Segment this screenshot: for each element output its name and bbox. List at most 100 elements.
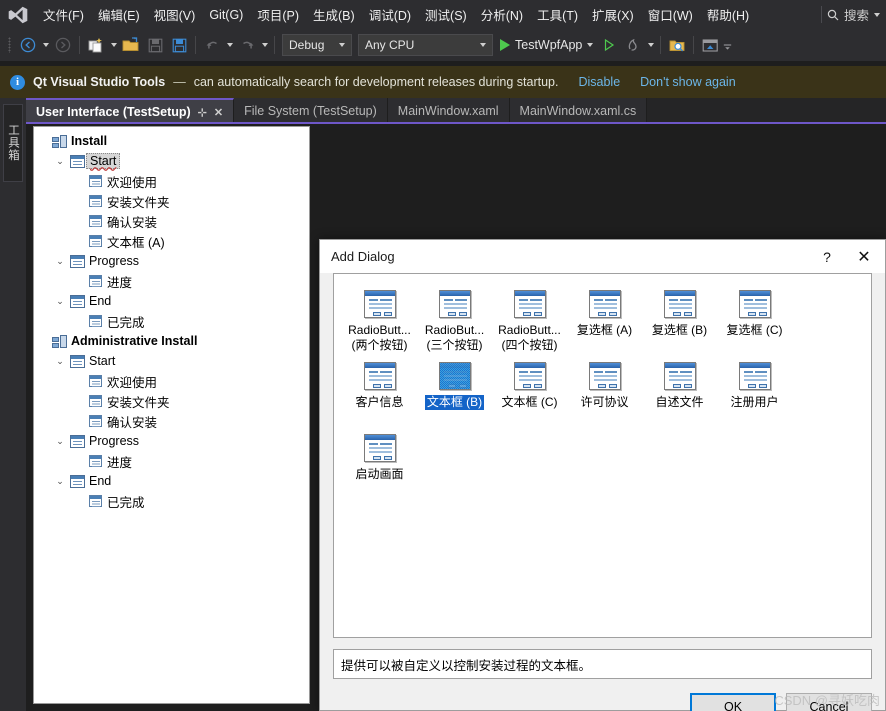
dialog-template-item[interactable]: 复选框 (C) [717,286,792,358]
start-without-debugging-icon[interactable] [597,33,621,57]
menu-item-window[interactable]: 窗口(W) [641,0,700,29]
back-arrow-icon[interactable] [16,33,40,57]
dialog-template-item[interactable]: RadioButt... (四个按钮) [492,286,567,358]
save-icon[interactable] [143,33,167,57]
notification-disable-link[interactable]: Disable [578,75,620,89]
dialog-template-item[interactable]: 复选框 (A) [567,286,642,358]
dialog-template-item[interactable]: RadioButt... (两个按钮) [342,286,417,358]
build-configuration-select[interactable]: Debug [282,34,352,56]
dialog-template-item[interactable]: 启动画面 [342,430,417,502]
tab-mainwindow-xaml-cs[interactable]: MainWindow.xaml.cs [509,98,648,124]
menu-item-analyze[interactable]: 分析(N) [474,0,530,29]
tree-item[interactable]: 已完成 [34,491,309,511]
dialog-template-label: 许可协议 [580,395,628,410]
menu-item-file[interactable]: 文件(F) [36,0,91,29]
tree-item[interactable]: 安装文件夹 [34,391,309,411]
dialog-template-item[interactable]: 复选框 (B) [642,286,717,358]
pin-icon[interactable]: ⊹ [198,106,207,119]
chevron-down-icon[interactable]: ⌄ [52,356,68,367]
tree-item[interactable]: ⌄ Progress [34,251,309,271]
toolbar-grip[interactable] [4,35,14,55]
dialog-template-label: 文本框 (B) [424,395,485,410]
menu-item-test[interactable]: 测试(S) [418,0,474,29]
tree-item[interactable]: ⌄ Progress [34,431,309,451]
tab-user-interface[interactable]: User Interface (TestSetup) ⊹ ✕ [26,98,235,124]
tree-item[interactable]: 进度 [34,451,309,471]
undo-dropdown-icon[interactable] [224,34,235,56]
tree-item[interactable]: 安装文件夹 [34,191,309,211]
search-input[interactable]: 搜索 [827,0,886,29]
undo-icon[interactable] [200,33,224,57]
tree-item[interactable]: 欢迎使用 [34,171,309,191]
menu-item-view[interactable]: 视图(V) [147,0,203,29]
menu-item-build[interactable]: 生成(B) [306,0,362,29]
dialog-template-item[interactable]: 文本框 (C) [492,358,567,430]
dialog-template-icon [513,362,546,390]
tab-mainwindow-xaml[interactable]: MainWindow.xaml [387,98,510,124]
toolbar-separator-2 [195,36,196,54]
chevron-down-icon[interactable]: ⌄ [52,156,68,167]
build-platform-select[interactable]: Any CPU [358,34,493,56]
save-all-icon[interactable] [167,33,191,57]
tree-item[interactable]: 确认安装 [34,411,309,431]
dialog-template-icon [363,434,396,462]
chevron-down-icon[interactable]: ⌄ [52,256,68,267]
close-icon[interactable]: ✕ [843,240,885,273]
notification-dont-show-link[interactable]: Don't show again [640,75,736,89]
redo-dropdown-icon[interactable] [259,34,270,56]
tab-file-system[interactable]: File System (TestSetup) [234,98,388,124]
open-folder-icon[interactable] [119,33,143,57]
close-icon[interactable]: ✕ [214,106,223,119]
notification-dash: — [173,75,186,89]
preview-window-icon[interactable] [698,33,722,57]
menu-item-extensions[interactable]: 扩展(X) [585,0,641,29]
tree-item[interactable]: ⌄ End [34,291,309,311]
tree-item[interactable]: ⌄ Start [34,151,309,171]
hot-reload-dropdown-icon[interactable] [645,34,656,56]
dialog-template-item[interactable]: RadioBut... (三个按钮) [417,286,492,358]
tree-item[interactable]: 文本框 (A) [34,231,309,251]
toolbar-separator-3 [274,36,275,54]
tree-item[interactable]: Install [34,131,309,151]
help-icon[interactable]: ? [811,240,843,273]
dialog-template-item[interactable]: 注册用户 [717,358,792,430]
toolbar-overflow-icon[interactable] [722,34,733,56]
package-icon [50,334,68,348]
tree-item[interactable]: ⌄ Start [34,351,309,371]
menu-item-tools[interactable]: 工具(T) [530,0,585,29]
new-project-icon[interactable] [84,33,108,57]
tree-item[interactable]: 进度 [34,271,309,291]
menu-item-git[interactable]: Git(G) [202,0,250,29]
chevron-down-icon[interactable]: ⌄ [52,476,68,487]
tree-item[interactable]: 已完成 [34,311,309,331]
sidebar-item-toolbox[interactable]: 工具箱 [3,104,23,182]
redo-icon[interactable] [235,33,259,57]
dialog-template-item[interactable]: 自述文件 [642,358,717,430]
menu-item-help[interactable]: 帮助(H) [700,0,756,29]
dialog-template-list[interactable]: RadioButt... (两个按钮) RadioBut... (三个按钮) Radio… [333,273,872,638]
chevron-down-icon[interactable] [874,12,880,17]
new-project-dropdown-icon[interactable] [108,34,119,56]
tree-item[interactable]: 欢迎使用 [34,371,309,391]
menu-item-project[interactable]: 项目(P) [250,0,306,29]
tree-item[interactable]: 确认安装 [34,211,309,231]
chevron-down-icon[interactable]: ⌄ [52,296,68,307]
window-icon [68,154,86,168]
menu-item-edit[interactable]: 编辑(E) [91,0,147,29]
dialog-template-item[interactable]: 许可协议 [567,358,642,430]
menu-item-debug[interactable]: 调试(D) [362,0,418,29]
ok-button[interactable]: OK [690,693,776,711]
tree-item[interactable]: Administrative Install [34,331,309,351]
start-debug-button[interactable]: TestWpfApp [496,33,597,57]
tree-item[interactable]: ⌄ End [34,471,309,491]
dialog-template-item[interactable]: 客户信息 [342,358,417,430]
cancel-button[interactable]: Cancel [786,693,872,711]
dialog-template-item[interactable]: 文本框 (B) [417,358,492,430]
tree-item-label: Start [86,153,121,169]
chevron-down-icon[interactable]: ⌄ [52,436,68,447]
hot-reload-icon[interactable] [621,33,645,57]
back-dropdown-icon[interactable] [40,34,51,56]
folder-search-icon[interactable] [665,33,689,57]
forward-arrow-icon[interactable] [51,33,75,57]
vs-logo-icon [0,0,36,29]
